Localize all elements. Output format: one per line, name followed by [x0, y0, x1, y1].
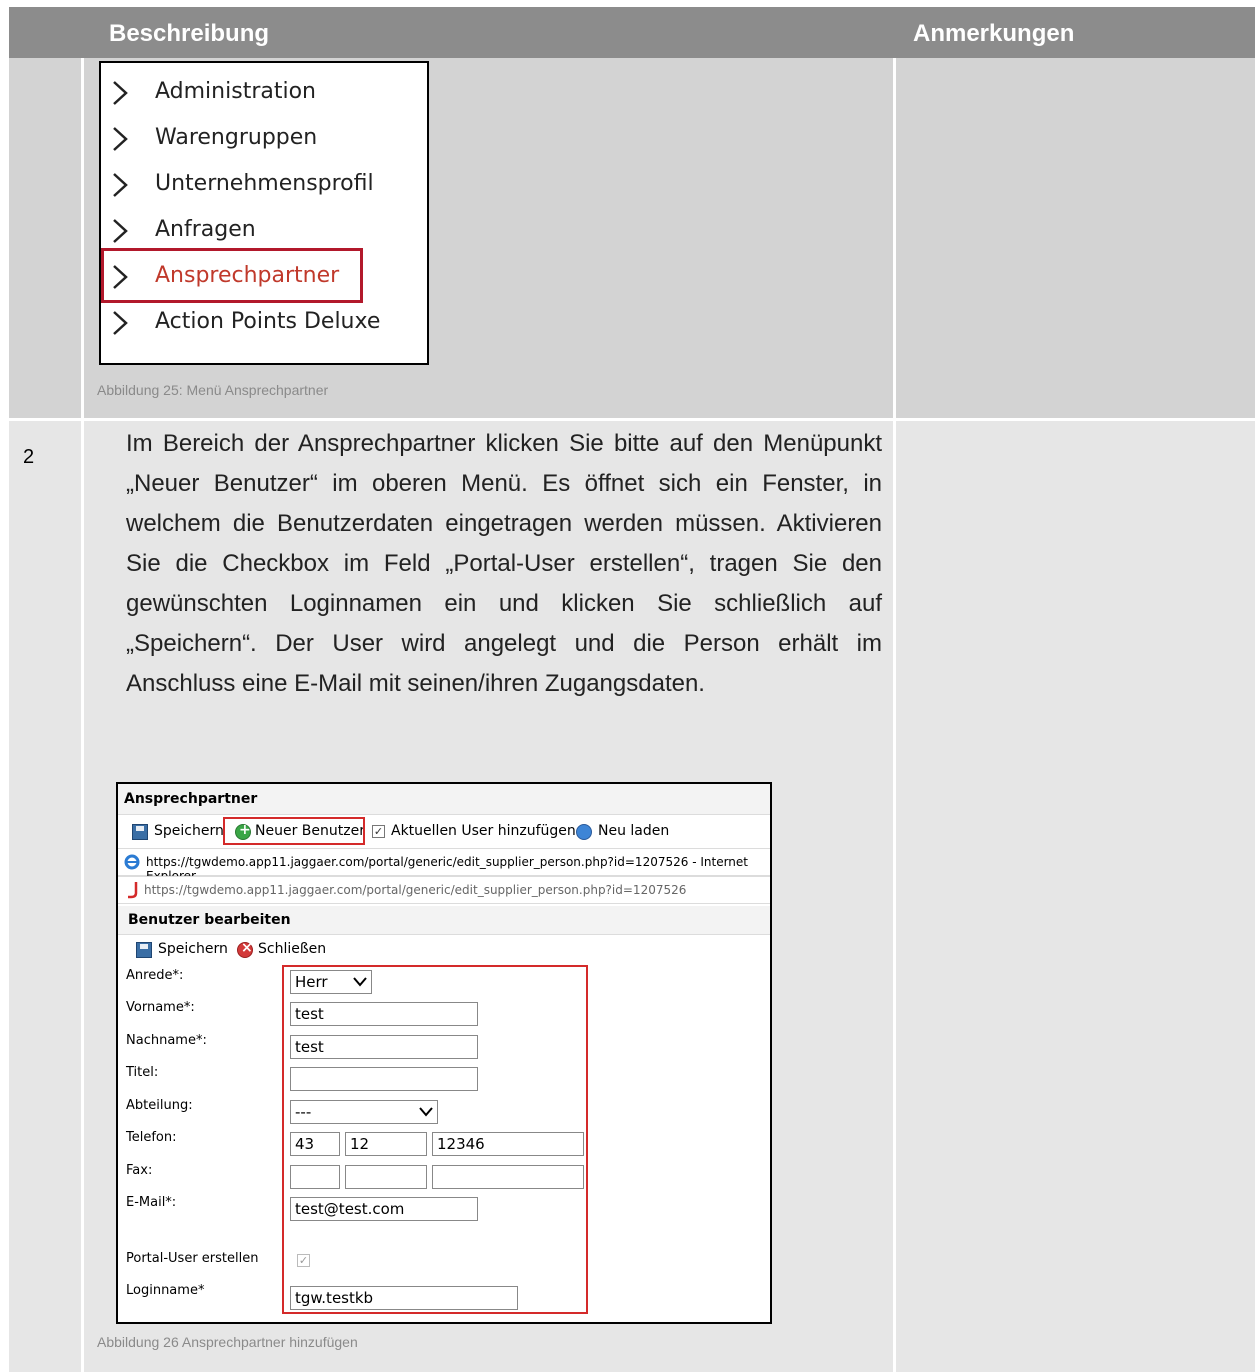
address-bar: https://tgwdemo.app11.jaggaer.com/portal… — [118, 876, 770, 904]
panel-title: Ansprechpartner — [124, 791, 258, 807]
chevron-right-icon — [113, 81, 128, 105]
figure-caption: Abbildung 25: Menü Ansprechpartner — [97, 382, 329, 398]
step-description: Im Bereich der Ansprechpartner klicken S… — [126, 430, 882, 697]
menu-item-label: Action Points Deluxe — [155, 309, 381, 334]
menu-item-label: Administration — [155, 79, 316, 104]
reload-button[interactable]: Neu laden — [598, 823, 669, 839]
internet-explorer-icon — [124, 854, 140, 870]
chevron-right-icon — [113, 173, 128, 197]
save-icon — [132, 824, 148, 840]
lastname-label: Nachname*: — [126, 1033, 207, 1048]
table-header: Beschreibung Anmerkungen — [9, 7, 1255, 58]
email-label: E-Mail*: — [126, 1195, 177, 1210]
fax-label: Fax: — [126, 1163, 153, 1178]
menu-item-unternehmensprofil: Unternehmensprofil — [101, 167, 421, 207]
highlight-frame — [223, 817, 365, 845]
header-description: Beschreibung — [109, 20, 270, 47]
phone-label: Telefon: — [126, 1130, 177, 1145]
menu-item-label: Warengruppen — [155, 125, 318, 150]
form-save-button[interactable]: Speichern — [158, 941, 228, 957]
highlight-frame — [101, 248, 363, 303]
row-divider — [9, 418, 1255, 421]
save-icon — [136, 942, 152, 958]
chevron-right-icon — [113, 127, 128, 151]
menu-item-administration: Administration — [101, 75, 421, 115]
highlight-frame — [282, 965, 588, 1314]
portal-user-label: Portal-User erstellen — [126, 1251, 259, 1266]
chevron-right-icon — [113, 219, 128, 243]
menu-screenshot: Administration Warengruppen Unternehmens… — [99, 61, 429, 365]
chevron-right-icon — [113, 311, 128, 335]
browser-titlebar: https://tgwdemo.app11.jaggaer.com/portal… — [118, 848, 770, 883]
panel-header: Ansprechpartner — [118, 784, 770, 815]
reload-icon — [576, 824, 592, 840]
jaggaer-logo-icon — [128, 882, 138, 899]
save-button[interactable]: Speichern — [154, 823, 224, 839]
menu-item-warengruppen: Warengruppen — [101, 121, 421, 161]
add-current-user-label: Aktuellen User hinzufügen — [391, 823, 576, 839]
header-notes: Anmerkungen — [913, 20, 1075, 47]
salutation-label: Anrede*: — [126, 968, 184, 983]
menu-item-action-points: Action Points Deluxe — [101, 305, 421, 345]
column-divider — [81, 58, 84, 1372]
menu-item-anfragen: Anfragen — [101, 213, 421, 253]
department-label: Abteilung: — [126, 1098, 193, 1113]
step-number: 2 — [23, 446, 35, 468]
figure-caption: Abbildung 26 Ansprechpartner hinzufügen — [97, 1334, 358, 1350]
address-url[interactable]: https://tgwdemo.app11.jaggaer.com/portal… — [144, 883, 686, 897]
form-title: Benutzer bearbeiten — [128, 912, 291, 928]
title-label: Titel: — [126, 1065, 159, 1080]
form-screenshot: Ansprechpartner Speichern Neuer Benutzer… — [116, 782, 772, 1324]
loginname-label: Loginname* — [126, 1283, 205, 1298]
firstname-label: Vorname*: — [126, 1000, 195, 1015]
table-row: Administration Warengruppen Unternehmens… — [9, 58, 1255, 420]
form-header: Benutzer bearbeiten — [118, 906, 770, 935]
form-close-button[interactable]: Schließen — [258, 941, 326, 957]
menu-item-label: Anfragen — [155, 217, 256, 242]
close-icon — [237, 940, 253, 958]
column-divider — [893, 58, 896, 1372]
menu-item-label: Unternehmensprofil — [155, 171, 374, 196]
table-row: 2 Im Bereich der Ansprechpartner klicken… — [9, 420, 1255, 1372]
add-current-user-checkbox[interactable]: ✓ — [372, 825, 385, 838]
